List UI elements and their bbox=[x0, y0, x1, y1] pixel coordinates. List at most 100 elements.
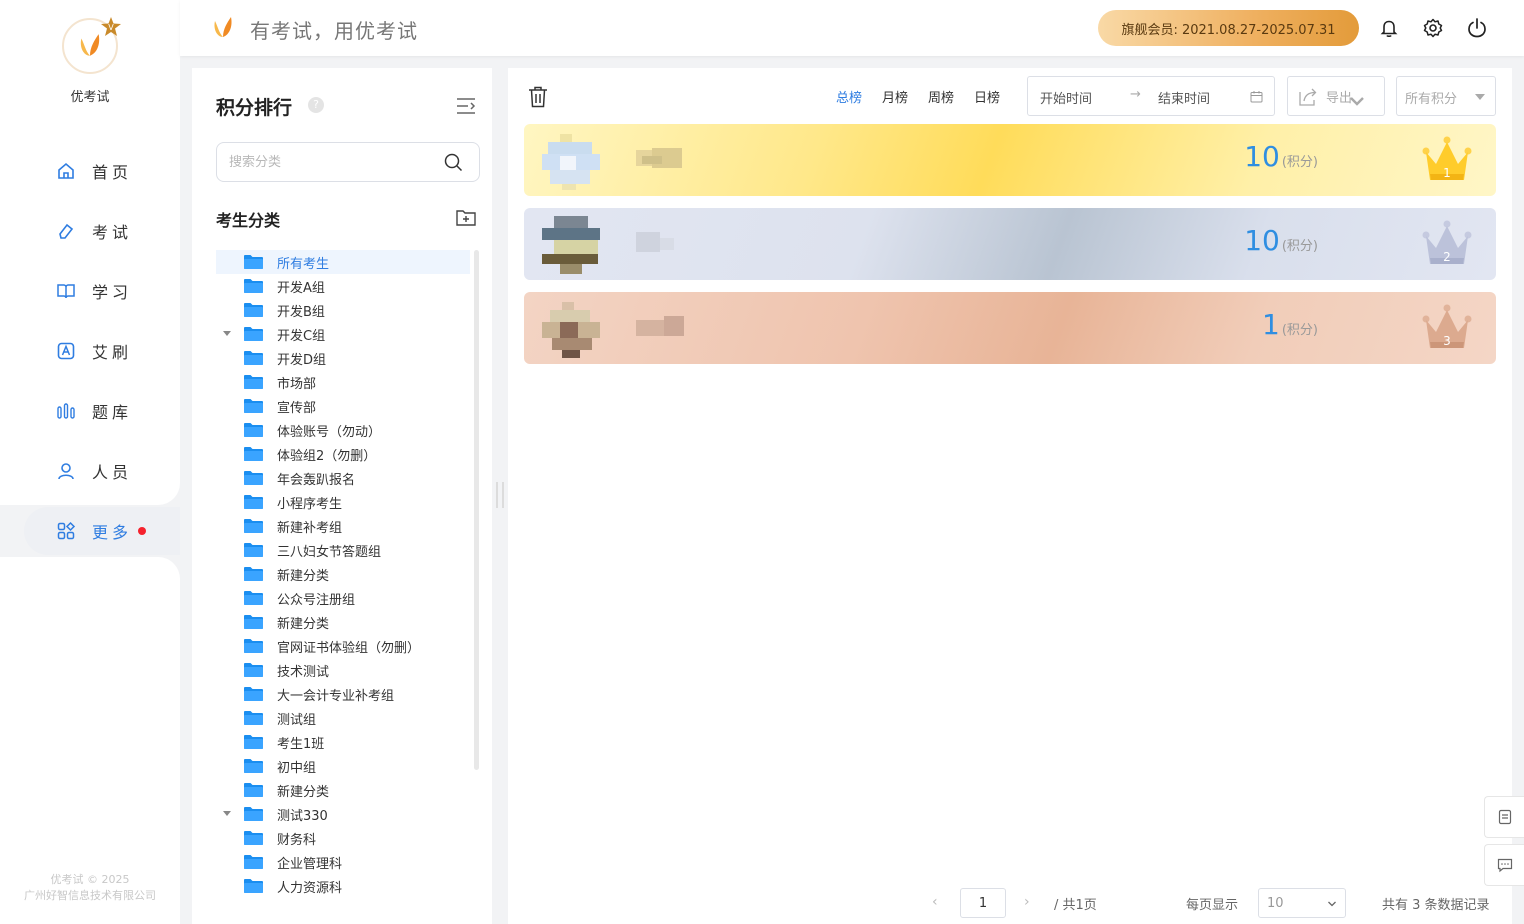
tree-item[interactable]: 测试组 bbox=[216, 706, 470, 730]
folder-icon bbox=[244, 495, 263, 509]
ranking-row-2[interactable]: 10 (积分) 2 bbox=[524, 208, 1496, 280]
tree-item-label: 财务科 bbox=[277, 833, 317, 848]
page-number-input[interactable] bbox=[960, 888, 1006, 918]
help-icon[interactable]: ? bbox=[308, 97, 324, 113]
bell-icon[interactable] bbox=[1378, 17, 1400, 39]
export-button[interactable]: 导出 bbox=[1287, 76, 1385, 116]
date-range-picker[interactable]: 开始时间 → 结束时间 bbox=[1027, 76, 1275, 116]
score: 1 (积分) bbox=[1262, 308, 1318, 341]
tree-item[interactable]: 开发C组 bbox=[216, 322, 470, 346]
vip-membership-badge[interactable]: 旗舰会员: 2021.08.27-2025.07.31 bbox=[1098, 10, 1359, 46]
search-input[interactable] bbox=[217, 143, 437, 181]
nav-label-home: 首页 bbox=[92, 163, 133, 182]
tree-item[interactable]: 宣传部 bbox=[216, 394, 470, 418]
tab-overall[interactable]: 总榜 bbox=[836, 87, 862, 106]
tree-item[interactable]: 所有考生 bbox=[216, 250, 470, 274]
tree-item-label: 开发D组 bbox=[277, 353, 327, 368]
tree-item-label: 企业管理科 bbox=[277, 857, 343, 872]
tree-item[interactable]: 公众号注册组 bbox=[216, 586, 470, 610]
chevron-down-icon bbox=[1350, 97, 1364, 106]
folder-icon bbox=[244, 279, 263, 293]
tree-item[interactable]: 财务科 bbox=[216, 826, 470, 850]
caret-down-icon bbox=[1475, 94, 1485, 100]
folder-icon bbox=[244, 687, 263, 701]
bars-icon bbox=[57, 403, 75, 419]
tree-item[interactable]: 开发B组 bbox=[216, 298, 470, 322]
folder-icon bbox=[244, 831, 263, 845]
tree-item[interactable]: 企业管理科 bbox=[216, 850, 470, 874]
tree-item[interactable]: 新建分类 bbox=[216, 562, 470, 586]
prev-page-button[interactable]: ‹ bbox=[932, 894, 938, 910]
nav-item-aishua[interactable]: 艾刷 bbox=[24, 327, 180, 375]
page-title: 积分排行 bbox=[216, 97, 293, 119]
tree-item[interactable]: 官网证书体验组（勿删） bbox=[216, 634, 470, 658]
folder-icon bbox=[244, 663, 263, 677]
avatar bbox=[542, 302, 600, 358]
nav-item-question-bank[interactable]: 题库 bbox=[24, 387, 180, 435]
ranking-row-3[interactable]: 1 (积分) 3 bbox=[524, 292, 1496, 364]
ranking-tabs: 总榜 月榜 周榜 日榜 bbox=[836, 87, 1020, 106]
power-icon[interactable] bbox=[1466, 17, 1488, 39]
tree-item[interactable]: 体验组2（勿删） bbox=[216, 442, 470, 466]
trash-icon[interactable] bbox=[528, 86, 548, 108]
per-page-value: 10 bbox=[1267, 896, 1284, 911]
panel-splitter[interactable] bbox=[496, 482, 504, 508]
tree-item[interactable]: 人力资源科 bbox=[216, 874, 470, 898]
nav-item-people[interactable]: 人员 bbox=[24, 447, 180, 495]
tree-item[interactable]: 小程序考生 bbox=[216, 490, 470, 514]
section-title: 考生分类 bbox=[216, 211, 281, 230]
document-icon bbox=[1498, 809, 1511, 825]
tree-item[interactable]: 开发A组 bbox=[216, 274, 470, 298]
tree-item[interactable]: 新建分类 bbox=[216, 778, 470, 802]
collapse-menu-icon[interactable] bbox=[456, 97, 476, 115]
tree-item[interactable]: 年会轰趴报名 bbox=[216, 466, 470, 490]
nav-item-study[interactable]: 学习 bbox=[24, 267, 180, 315]
tree-item[interactable]: 新建补考组 bbox=[216, 514, 470, 538]
folder-icon bbox=[244, 423, 263, 437]
per-page-select[interactable]: 10 bbox=[1258, 888, 1346, 918]
folder-icon bbox=[244, 807, 263, 821]
tree-item[interactable]: 考生1班 bbox=[216, 730, 470, 754]
caret-down-icon[interactable] bbox=[223, 331, 231, 336]
chat-icon bbox=[1497, 858, 1512, 873]
tree-item[interactable]: 大一会计专业补考组 bbox=[216, 682, 470, 706]
next-page-button[interactable]: › bbox=[1024, 894, 1030, 910]
tab-monthly[interactable]: 月榜 bbox=[882, 87, 908, 106]
caret-down-icon[interactable] bbox=[223, 811, 231, 816]
ranking-row-1[interactable]: 10 (积分) 1 bbox=[524, 124, 1496, 196]
tree-item-label: 初中组 bbox=[277, 761, 317, 776]
copyright-line-2: 广州好智信息技术有限公司 bbox=[24, 889, 156, 902]
search-icon[interactable] bbox=[444, 153, 463, 172]
gear-icon[interactable] bbox=[1422, 17, 1444, 39]
tree-scrollbar[interactable] bbox=[474, 250, 479, 770]
tree-item[interactable]: 测试330 bbox=[216, 802, 470, 826]
notes-float-button[interactable] bbox=[1484, 796, 1524, 838]
tree-item[interactable]: 技术测试 bbox=[216, 658, 470, 682]
tree-item[interactable]: 新建分类 bbox=[216, 610, 470, 634]
name-blurred bbox=[636, 148, 682, 168]
nav-label-exam: 考试 bbox=[92, 223, 133, 242]
tree-item-label: 官网证书体验组（勿删） bbox=[277, 641, 421, 656]
tree-item[interactable]: 初中组 bbox=[216, 754, 470, 778]
tab-daily[interactable]: 日榜 bbox=[974, 87, 1000, 106]
nav-item-more[interactable]: 更多 bbox=[24, 507, 180, 555]
tree-item[interactable]: 开发D组 bbox=[216, 346, 470, 370]
start-date-field[interactable]: 开始时间 bbox=[1040, 88, 1092, 107]
score-value: 10 bbox=[1244, 224, 1280, 257]
category-tree: 所有考生 开发A组 开发B组 开发C组开发D组市场部 宣传部 体验账号（勿动） 体验组2（勿… bbox=[216, 250, 470, 898]
tree-item[interactable]: 市场部 bbox=[216, 370, 470, 394]
top-header: 有考试，用优考试 旗舰会员: 2021.08.27-2025.07.31 bbox=[180, 0, 1524, 56]
add-folder-icon[interactable] bbox=[456, 208, 476, 226]
tree-item[interactable]: 三八妇女节答题组 bbox=[216, 538, 470, 562]
tab-weekly[interactable]: 周榜 bbox=[928, 87, 954, 106]
end-date-field[interactable]: 结束时间 bbox=[1158, 88, 1210, 107]
nav-item-home[interactable]: 首页 bbox=[24, 147, 180, 195]
tree-item[interactable]: 体验账号（勿动） bbox=[216, 418, 470, 442]
chat-float-button[interactable] bbox=[1484, 844, 1524, 886]
tree-item-label: 测试组 bbox=[277, 713, 317, 728]
tree-item-label: 新建分类 bbox=[277, 785, 330, 800]
ranking-panel: 总榜 月榜 周榜 日榜 开始时间 → 结束时间 导出 所有积分 10 (积分) … bbox=[508, 68, 1512, 924]
points-filter-select[interactable]: 所有积分 bbox=[1396, 76, 1496, 116]
vip-star-icon: V bbox=[101, 17, 121, 36]
nav-item-exam[interactable]: 考试 bbox=[24, 207, 180, 255]
